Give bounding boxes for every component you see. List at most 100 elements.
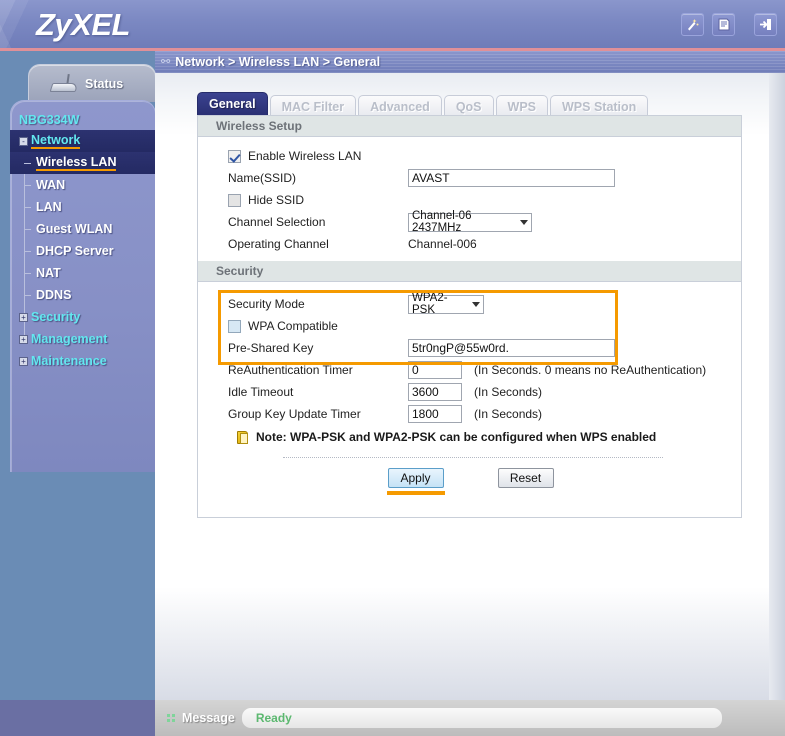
wireless-setup-header: Wireless Setup: [198, 116, 741, 137]
group-key-update-timer-input[interactable]: 1800: [408, 405, 462, 423]
sidebar-item-network-label: Network: [31, 133, 81, 149]
expand-icon[interactable]: +: [19, 312, 28, 322]
wireless-setup-form: Enable Wireless LAN Name(SSID) AVAST Hid…: [198, 137, 741, 254]
logout-icon[interactable]: [754, 13, 777, 36]
channel-selection-label: Channel Selection: [228, 215, 326, 229]
idle-timeout-row: Idle Timeout 3600 (In Seconds): [228, 382, 741, 402]
tree-branch-icon: [24, 206, 31, 208]
message-status-field: Ready: [241, 708, 722, 728]
sidebar-item-status[interactable]: Status: [28, 64, 156, 102]
message-label: Message: [182, 711, 235, 725]
zyxel-logo: ZyXEL: [36, 7, 130, 42]
content-scrollbar[interactable]: [769, 73, 785, 700]
sidebar-item-nat-label: NAT: [36, 266, 61, 280]
chevron-down-icon: [520, 219, 528, 225]
pre-shared-key-row: Pre-Shared Key 5tr0ngP@55w0rd.: [228, 338, 741, 358]
tree-branch-icon: [24, 228, 31, 230]
note-book-icon: [236, 430, 250, 445]
idle-timeout-hint: (In Seconds): [474, 385, 543, 399]
pre-shared-key-label: Pre-Shared Key: [228, 341, 314, 355]
sidebar-nav: NBG334W - Network Wireless LAN WAN LAN G…: [10, 100, 156, 472]
breadcrumb: ⚯ Network > Wireless LAN > General: [155, 51, 785, 73]
help-document-icon[interactable]: [712, 13, 735, 36]
hide-ssid-row[interactable]: Hide SSID: [228, 190, 741, 210]
tree-branch-icon: [24, 184, 31, 186]
operating-channel-label: Operating Channel: [228, 237, 329, 251]
sidebar-item-management-label: Management: [31, 332, 108, 346]
sidebar-item-wan-label: WAN: [36, 178, 66, 192]
chevron-down-icon: [472, 301, 480, 307]
wizard-icon[interactable]: [681, 13, 704, 36]
channel-selection-dropdown[interactable]: Channel-06 2437MHz: [408, 210, 532, 234]
note-row: Note: WPA-PSK and WPA2-PSK can be config…: [228, 426, 741, 448]
sidebar-item-dhcp-server[interactable]: DHCP Server: [11, 240, 155, 262]
sidebar-item-wireless-lan[interactable]: Wireless LAN: [10, 152, 156, 174]
enable-wireless-lan-row[interactable]: Enable Wireless LAN: [228, 146, 741, 166]
channel-selection-value: Channel-06 2437MHz: [412, 210, 472, 234]
reset-button[interactable]: Reset: [497, 468, 554, 488]
sidebar-item-management[interactable]: + Management: [11, 328, 155, 350]
site-map-icon: ⚯: [161, 55, 171, 68]
channel-selection-row: Channel Selection Channel-06 2437MHz: [228, 210, 741, 234]
apply-button-highlight: [386, 491, 445, 495]
reauth-timer-hint: (In Seconds. 0 means no ReAuthentication…: [474, 363, 707, 377]
sidebar-item-nat[interactable]: NAT: [11, 262, 155, 284]
group-key-update-timer-label: Group Key Update Timer: [228, 407, 361, 421]
sidebar-item-guest-wlan-label: Guest WLAN: [36, 222, 113, 236]
message-bar: Message Ready: [155, 700, 785, 736]
security-mode-dropdown[interactable]: WPA2-PSK: [408, 292, 484, 316]
form-divider: [283, 457, 663, 458]
security-mode-label: Security Mode: [228, 297, 305, 311]
footer-left-filler: [0, 700, 155, 736]
ssid-label: Name(SSID): [228, 171, 297, 185]
ssid-row: Name(SSID) AVAST: [228, 168, 741, 188]
settings-panel: Wireless Setup Enable Wireless LAN Name(…: [197, 115, 742, 518]
sidebar-item-security[interactable]: + Security: [11, 306, 155, 328]
pre-shared-key-input[interactable]: 5tr0ngP@55w0rd.: [408, 339, 615, 357]
sidebar: Status NBG334W - Network Wireless LAN WA…: [0, 48, 156, 736]
enable-wireless-lan-label: Enable Wireless LAN: [248, 149, 362, 163]
sidebar-item-network[interactable]: - Network: [10, 130, 156, 152]
note-text: Note: WPA-PSK and WPA2-PSK can be config…: [256, 430, 657, 444]
sidebar-item-lan-label: LAN: [36, 200, 62, 214]
sidebar-item-lan[interactable]: LAN: [11, 196, 155, 218]
wpa-compatible-checkbox[interactable]: [228, 319, 241, 333]
operating-channel-value: Channel-006: [408, 237, 477, 251]
hide-ssid-checkbox[interactable]: [228, 193, 241, 207]
hide-ssid-label: Hide SSID: [248, 193, 305, 207]
reset-button-wrap: Reset: [497, 468, 555, 495]
sidebar-item-dhcp-server-label: DHCP Server: [36, 244, 114, 258]
operating-channel-row: Operating Channel Channel-006: [228, 234, 741, 254]
reauth-timer-input[interactable]: 0: [408, 361, 462, 379]
expand-icon[interactable]: +: [19, 356, 28, 366]
wpa-compatible-row[interactable]: WPA Compatible: [228, 316, 741, 336]
apply-button-wrap: Apply: [386, 468, 445, 495]
tree-branch-icon: [24, 162, 31, 164]
expand-icon[interactable]: +: [19, 334, 28, 344]
security-form: Security Mode WPA2-PSK WPA Compatible Pr…: [198, 282, 741, 448]
apply-button[interactable]: Apply: [387, 468, 444, 488]
action-buttons: Apply Reset: [198, 468, 743, 495]
collapse-icon[interactable]: -: [19, 136, 28, 146]
main-content: General MAC Filter Advanced QoS WPS WPS …: [155, 73, 785, 700]
app-header: ZyXEL: [0, 0, 785, 48]
sidebar-item-ddns-label: DDNS: [36, 288, 72, 302]
security-mode-row: Security Mode WPA2-PSK: [228, 292, 741, 316]
security-mode-value: WPA2-PSK: [412, 292, 448, 316]
ssid-input[interactable]: AVAST: [408, 169, 615, 187]
router-icon: [49, 73, 79, 92]
sidebar-item-guest-wlan[interactable]: Guest WLAN: [11, 218, 155, 240]
breadcrumb-text: Network > Wireless LAN > General: [175, 55, 381, 69]
header-icon-group: [681, 13, 777, 36]
sidebar-item-security-label: Security: [31, 310, 81, 324]
sidebar-item-wan[interactable]: WAN: [11, 174, 155, 196]
idle-timeout-input[interactable]: 3600: [408, 383, 462, 401]
sidebar-item-maintenance[interactable]: + Maintenance: [11, 350, 155, 372]
grip-dots-icon: [167, 714, 175, 722]
sidebar-item-ddns[interactable]: DDNS: [11, 284, 155, 306]
enable-wireless-lan-checkbox[interactable]: [228, 149, 241, 163]
reauth-timer-row: ReAuthentication Timer 0 (In Seconds. 0 …: [228, 360, 741, 380]
group-key-update-timer-hint: (In Seconds): [474, 407, 543, 421]
group-key-update-timer-row: Group Key Update Timer 1800 (In Seconds): [228, 404, 741, 424]
device-name: NBG334W: [19, 113, 80, 127]
